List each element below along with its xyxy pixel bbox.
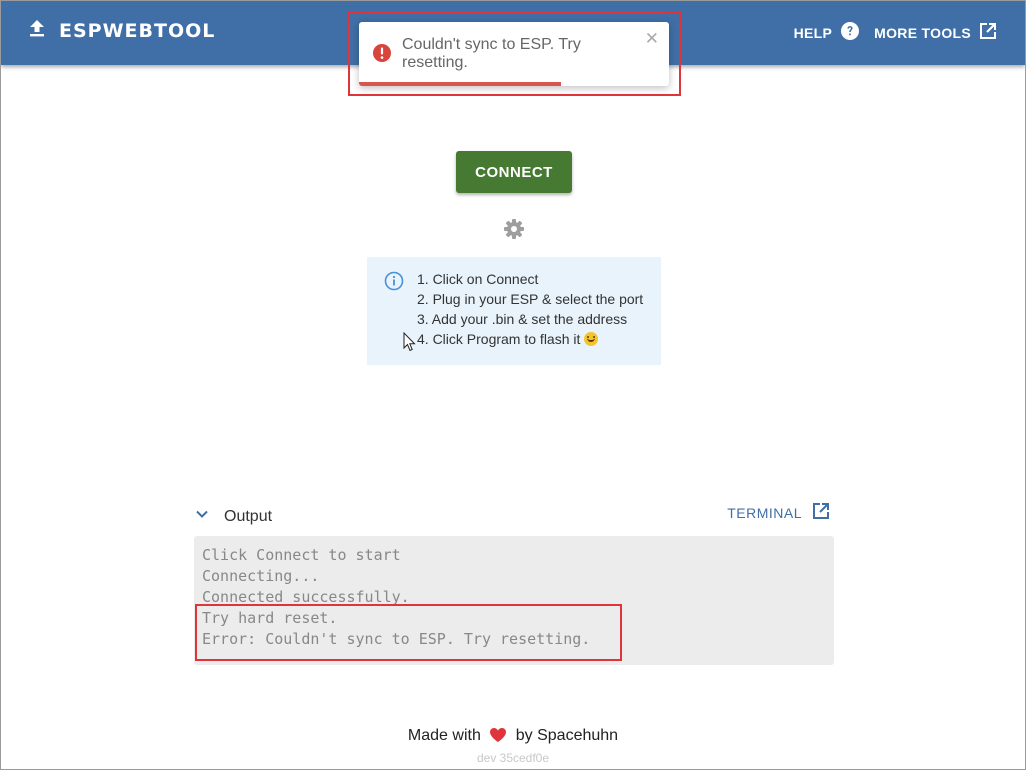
instruction-step-text: 4. Click Program to flash it [417,331,581,347]
brand[interactable]: ESPWEBTOOL [29,19,215,42]
instructions-list: 1. Click on Connect 2. Plug in your ESP … [417,269,643,349]
footer: Made with by Spacehuhn [1,727,1025,748]
gear-icon[interactable] [503,218,525,245]
info-icon [384,271,404,296]
connect-button[interactable]: CONNECT [456,151,572,193]
chevron-down-icon [194,506,210,527]
smiling-face-icon [584,332,599,346]
header-nav: HELP MORE TOOLS [794,21,997,44]
external-link-icon [812,502,830,523]
version-label: dev 35cedf0e [476,751,550,765]
mouse-pointer-icon [403,331,417,357]
external-link-icon [979,22,997,43]
highlight-box-console [195,604,622,661]
console-line: Connecting... [202,567,320,585]
highlight-box-toast [348,12,681,96]
console-line: Click Connect to start [202,546,401,564]
footer-author[interactable]: by Spacehuhn [516,727,618,744]
help-label: HELP [793,24,833,41]
more-tools-link[interactable]: MORE TOOLS [874,22,997,43]
more-tools-label: MORE TOOLS [874,24,971,41]
instruction-step: 2. Plug in your ESP & select the port [417,291,644,307]
terminal-link[interactable]: TERMINAL [727,502,830,523]
output-toggle[interactable]: Output [194,506,272,527]
upload-icon [29,19,45,42]
instruction-step: 1. Click on Connect [417,271,539,287]
help-link[interactable]: HELP [794,21,861,44]
output-label: Output [224,507,273,525]
app-window: ESPWEBTOOL HELP MORE TOOLS Couldn't sync… [0,0,1026,770]
output-header: Output TERMINAL [194,502,834,528]
app-title: ESPWEBTOOL [59,19,216,42]
heart-icon [489,727,507,748]
footer-made-with: Made with [407,727,481,744]
help-circle-icon [840,21,860,44]
instruction-step: 3. Add your .bin & set the address [417,311,628,327]
instruction-step-4: 4. Click Program to flash it [417,329,643,349]
terminal-label: TERMINAL [727,504,802,521]
